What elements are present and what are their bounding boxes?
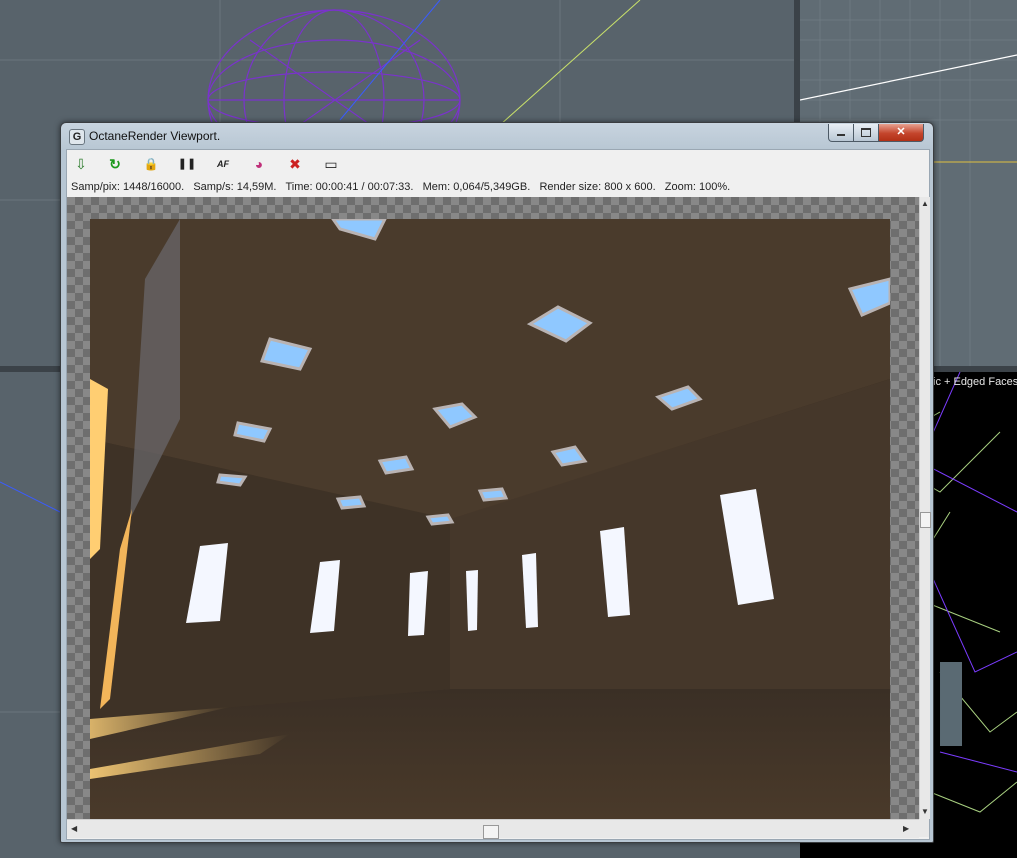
render-status-bar: Samp/pix: 1448/16000. Samp/s: 14,59M. Ti… (71, 181, 730, 193)
render-time: Time: 00:00:41 / 00:07:33. (285, 181, 414, 193)
close-icon: ✕ (896, 126, 906, 138)
memory-usage: Mem: 0,064/5,349GB. (422, 181, 531, 193)
minimize-icon (837, 134, 845, 136)
scroll-right-icon[interactable]: ▶ (903, 824, 909, 833)
window-client: ⇩ ↻ 🔒 ❚❚ AF ◕ ✖ ▭ Samp/pix: 1448/16000. … (66, 149, 931, 840)
vertical-scroll-thumb[interactable] (920, 512, 931, 528)
render-size: Render size: 800 x 600. (539, 181, 656, 193)
samples-per-pixel: Samp/pix: 1448/16000. (71, 181, 185, 193)
minimize-button[interactable] (828, 124, 854, 142)
stop-render-icon: ✖ (289, 156, 301, 172)
scroll-down-icon[interactable]: ▼ (921, 807, 929, 816)
autofocus-button[interactable]: AF (212, 153, 234, 175)
vertical-scrollbar[interactable]: ▲ ▼ (919, 197, 931, 819)
lock-button[interactable]: 🔒 (140, 153, 162, 175)
close-button[interactable]: ✕ (878, 124, 924, 142)
scroll-left-icon[interactable]: ◀ (71, 824, 77, 833)
window-title: OctaneRender Viewport. (89, 129, 221, 143)
color-picker-icon: ◕ (254, 156, 264, 172)
lock-icon: 🔒 (143, 157, 159, 171)
send-scene-icon: ⇩ (75, 156, 87, 172)
send-scene-button[interactable]: ⇩ (70, 153, 92, 175)
restart-render-icon: ↻ (109, 156, 121, 172)
maximize-icon (861, 128, 871, 137)
toolbar: ⇩ ↻ 🔒 ❚❚ AF ◕ ✖ ▭ (67, 150, 929, 178)
scrollbar-corner (919, 819, 929, 837)
render-view[interactable] (67, 197, 919, 819)
color-picker-button[interactable]: ◕ (248, 153, 270, 175)
restart-render-button[interactable]: ↻ (104, 153, 126, 175)
pause-icon: ❚❚ (177, 158, 197, 170)
display-settings-icon: ▭ (324, 156, 338, 172)
rendered-room (90, 219, 890, 819)
pause-button[interactable]: ❚❚ (176, 153, 198, 175)
title-bar[interactable]: G OctaneRender Viewport. ✕ (61, 123, 933, 147)
scroll-up-icon[interactable]: ▲ (921, 199, 929, 208)
zoom-level: Zoom: 100%. (664, 181, 731, 193)
horizontal-scrollbar[interactable]: ◀ ▶ (67, 819, 919, 839)
viewport-label[interactable]: ic + Edged Faces (933, 376, 1017, 388)
render-image[interactable] (90, 219, 890, 819)
samples-per-second: Samp/s: 14,59M. (193, 181, 277, 193)
autofocus-icon: AF (217, 159, 229, 169)
maximize-button[interactable] (853, 124, 879, 142)
stop-render-button[interactable]: ✖ (284, 153, 306, 175)
display-settings-button[interactable]: ▭ (320, 153, 342, 175)
horizontal-scroll-thumb[interactable] (483, 825, 499, 839)
octane-logo-icon: G (69, 129, 85, 145)
octane-viewport-window[interactable]: G OctaneRender Viewport. ✕ ⇩ ↻ 🔒 ❚❚ AF ◕… (60, 122, 934, 843)
